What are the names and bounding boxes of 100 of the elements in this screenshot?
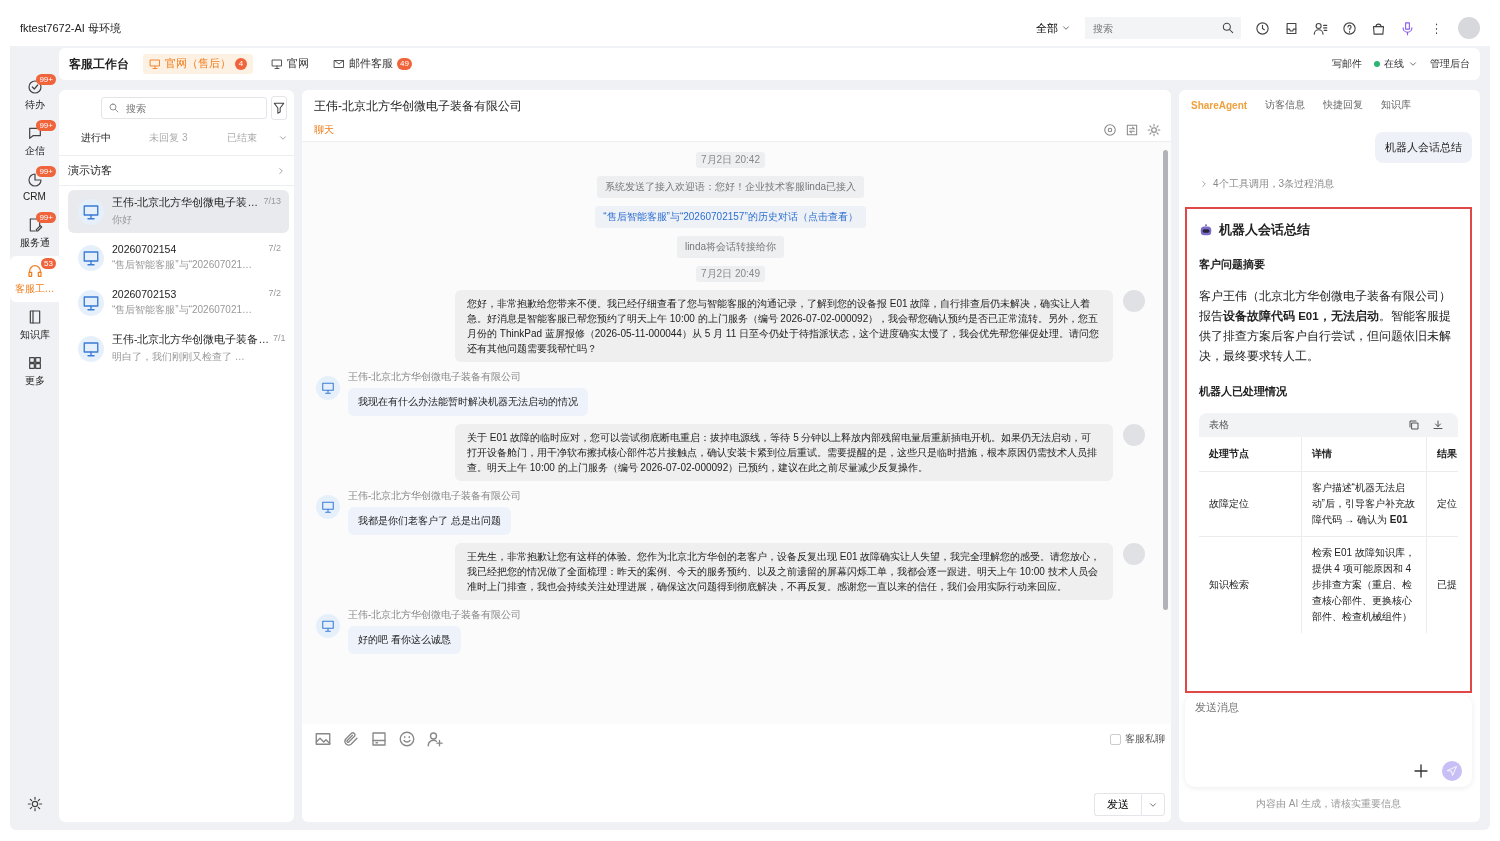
section-heading: 客户问题摘要 — [1199, 257, 1266, 272]
monitor-icon — [149, 58, 161, 70]
conversation-item[interactable]: 20260702153 7/2 “售后智能客服”与“202607021… — [68, 282, 289, 323]
table-cell: 检索 E01 故障知识库，提供 4 项可能原因和 4 步排查方案（重启、检查核心部件、更换核心部件、检查机械组件） — [1301, 536, 1426, 633]
search-field[interactable]: 搜索 — [1085, 17, 1241, 39]
window-title: fktest7672-AI 母环境 — [20, 20, 121, 36]
clock-icon[interactable] — [1255, 20, 1270, 36]
bag-icon[interactable] — [1371, 20, 1386, 36]
sidebar-item[interactable]: CRM 99+ — [10, 164, 59, 210]
filter-tab[interactable]: 进行中 — [59, 129, 132, 146]
system-message: 系统发送了接入欢迎语：您好！企业技术客服linda已接入 — [596, 176, 865, 198]
table-title: 表格 — [1209, 418, 1229, 432]
conversation-date: 7/1 — [273, 333, 286, 345]
sidebar-item[interactable]: 企信 99+ — [10, 118, 59, 164]
help-icon[interactable] — [1342, 20, 1357, 36]
agent-message: 王先生，非常抱歉让您有这样的体验。您作为北京北方华创的老客户，设备反复出现 E01 故障确实让人失望，我完全理解您的感受。请您放心，我已经把您的情况做了全面梳理：昨天的案例、今天的服务预约、以及之前遗留的屏幕闪烁工单，我都会逐一跟进。明天上午 10:00 技术人员会准时上门排查，我也会持续关注处理进展，确保这次问题得到彻底解决，不再反复。感谢您一直以来的信任，我们会用实际行动来回应。 — [455, 543, 1113, 600]
sidebar-item[interactable]: 更多 — [10, 348, 59, 394]
customer-message: 我现在有什么办法能暂时解决机器无法启动的情况 — [348, 388, 588, 416]
sidebar-item[interactable]: 待办 99+ — [10, 72, 59, 118]
visitor-name: 王伟-北京北方华创微电子装备… — [112, 333, 269, 347]
search-icon[interactable] — [1221, 21, 1235, 35]
message-preview: 你好 — [112, 213, 133, 227]
monitor-icon — [82, 339, 100, 358]
search-input[interactable]: 搜索 — [1091, 21, 1221, 35]
filter-button[interactable] — [271, 96, 287, 120]
agent-avatar — [1123, 543, 1145, 565]
search-field[interactable]: 搜索 — [101, 97, 267, 119]
filter-icon — [272, 101, 286, 115]
search-icon — [108, 102, 120, 114]
table-cell: 故障定位 — [1199, 471, 1301, 537]
message-preview: 明白了，我们刚刚又检查了 … — [112, 350, 246, 364]
grid-icon — [26, 354, 43, 371]
section-heading: 机器人已处理情况 — [1199, 384, 1288, 399]
sender-name: 王伟-北京北方华创微电子装备有限公司 — [348, 608, 522, 622]
monitor-icon — [82, 248, 100, 267]
visitor-name: 20260702153 — [112, 288, 177, 300]
settings-icon[interactable] — [26, 796, 43, 812]
panel-tab[interactable]: 快捷回复 — [1323, 98, 1364, 112]
admin-link[interactable]: 管理后台 — [1430, 57, 1470, 71]
checkbox-label: 客服私聊 — [1125, 732, 1165, 746]
paperclip-icon[interactable] — [342, 730, 360, 748]
add-user-icon[interactable] — [426, 730, 444, 748]
table-cell: 定位 — [1426, 471, 1458, 537]
envelope-icon — [333, 58, 345, 70]
tab-label: 官网（售后） — [165, 57, 231, 71]
sender-name: 王伟-北京北方华创微电子装备有限公司 — [348, 489, 522, 503]
sender-name: 王伟-北京北方华创微电子装备有限公司 — [348, 370, 522, 384]
customer-message: 我都是你们老客户了 总是出问题 — [348, 507, 511, 535]
count-badge: 49 — [397, 58, 412, 70]
conversation-date: 7/13 — [263, 196, 281, 208]
monitor-icon — [321, 381, 335, 395]
scope-dropdown[interactable]: 全部 — [1036, 20, 1071, 36]
image-icon[interactable] — [314, 730, 332, 748]
conversation-item[interactable]: 王伟-北京北方华创微电子装备… 7/1 明白了，我们刚刚又检查了 … — [68, 327, 289, 370]
monitor-icon — [271, 58, 283, 70]
sidebar-item[interactable]: 知识库 — [10, 302, 59, 348]
table-cell: 知识检索 — [1199, 536, 1301, 633]
card-title: 机器人会话总结 — [1219, 221, 1310, 239]
sidebar-item[interactable]: 服务通 99+ — [10, 210, 59, 256]
chevron-down-icon — [1408, 59, 1418, 69]
checkbox[interactable] — [1110, 733, 1121, 745]
conversation-item[interactable]: 王伟-北京北方华创微电子装… 7/13 你好 — [68, 190, 289, 233]
monitor-icon — [82, 293, 100, 312]
status-dropdown[interactable]: 在线 — [1374, 57, 1418, 71]
message-preview: “售后智能客服”与“202607021… — [112, 303, 254, 317]
drive-icon[interactable] — [370, 730, 388, 748]
send-icon — [1446, 765, 1458, 777]
monitor-icon — [321, 619, 335, 633]
plus-icon[interactable] — [1412, 762, 1430, 780]
send-button[interactable]: 发送 — [1094, 793, 1141, 816]
microphone-icon[interactable] — [1400, 20, 1415, 36]
history-link[interactable]: “售后智能客服”与“20260702157”的历史对话（点击查看） — [595, 206, 866, 228]
chevron-right-icon — [276, 165, 286, 176]
chat-title: 王伟-北京北方华创微电子装备有限公司 — [314, 98, 523, 115]
conversation-item[interactable]: 20260702154 7/2 “售后智能客服”与“202607021… — [68, 237, 289, 278]
tool-steps-toggle[interactable]: 4个工具调用，3条过程消息 — [1199, 177, 1472, 191]
channel-tab[interactable]: 官网 — [265, 54, 315, 74]
emoji-icon[interactable] — [398, 730, 416, 748]
panel-tab[interactable]: 访客信息 — [1265, 98, 1306, 112]
customer-message: 好的吧 看你这么诚恳 — [348, 626, 461, 654]
agent-avatar — [1123, 424, 1145, 446]
group-header[interactable]: 演示访客 — [59, 156, 294, 186]
download-icon[interactable] — [1432, 419, 1444, 431]
column-header: 详情 — [1301, 437, 1426, 472]
visitor-name: 20260702154 — [112, 243, 177, 255]
conversation-date: 7/2 — [268, 288, 281, 300]
count-badge: 99+ — [36, 120, 56, 131]
copy-icon[interactable] — [1408, 419, 1420, 431]
agent-message: 您好，非常抱歉给您带来不便。我已经仔细查看了您与智能客服的沟通记录，了解到您的设备报 E01 故障，自行排查后仍未解决，确实让人着急。好消息是智能客服已帮您预约了明天上午 10:00 的上门服务（编号 2026-07-02-000092），我会帮您确认预约是否已正常流转。另外，您五月份的 ThinkPad 蓝屏报修（2026-05-11-000044）从 5 月 11 日至今仍处于待指派状态，这个进度确实太慢了，我会优先帮您催促处理。请问您还有其他问题需要我帮忙吗？ — [455, 290, 1113, 362]
target-icon[interactable] — [1103, 123, 1117, 137]
monitor-icon — [82, 202, 100, 221]
user-message: 机器人会话总结 — [1375, 132, 1472, 163]
channel-tab[interactable]: 邮件客服 49 — [327, 54, 418, 74]
agent-avatar — [1123, 290, 1145, 312]
contacts-icon[interactable] — [1313, 20, 1328, 36]
compose-email-button[interactable]: 写邮件 — [1332, 57, 1362, 71]
inbox-icon[interactable] — [1284, 20, 1299, 36]
transfer-icon[interactable] — [1125, 123, 1139, 137]
count-badge: 4 — [235, 58, 247, 70]
panel-tab[interactable]: 知识库 — [1381, 98, 1412, 112]
